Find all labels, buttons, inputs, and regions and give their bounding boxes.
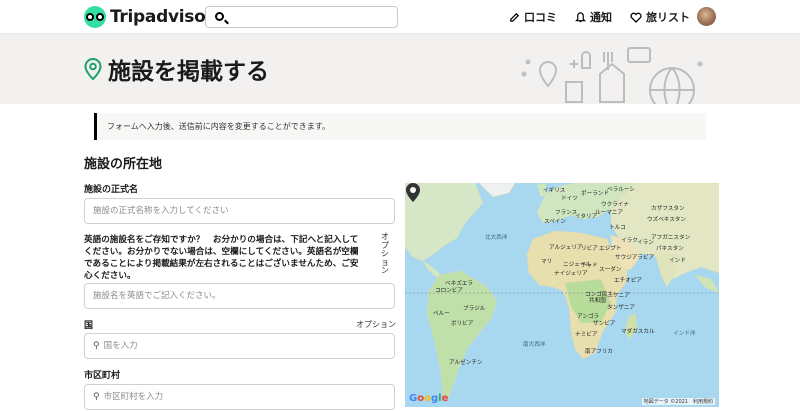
map-label: ザンビア	[593, 321, 616, 327]
map-label: アルジェリア	[549, 245, 583, 251]
hero-decoration-icons	[521, 47, 703, 104]
english-name-placeholder: 施設名を英語でご記入ください。	[93, 291, 221, 301]
top-navigation-bar: Tripadvisor 口コミ 通知 旅リスト	[0, 0, 800, 34]
location-pin-icon	[84, 58, 102, 80]
nav-trips-label: 旅リスト	[646, 11, 690, 24]
map-label: アフガニスタン	[651, 235, 691, 241]
map-label: トルコ	[609, 225, 626, 231]
heart-icon	[630, 12, 642, 23]
nav-trips-link[interactable]: 旅リスト	[630, 9, 690, 25]
header-nav: 口コミ 通知 旅リスト	[491, 9, 690, 25]
city-label: 市区町村	[84, 371, 121, 381]
map-label: イラク	[621, 238, 638, 244]
map-label: ブラジル	[463, 306, 486, 312]
map-label: 共和国	[589, 298, 606, 304]
section-title: 施設の所在地	[84, 157, 163, 172]
google-logo: Google	[409, 393, 449, 404]
country-label: 国	[84, 321, 94, 331]
map-label: チャド	[581, 263, 598, 269]
map-label: サウジアラビア	[615, 255, 655, 261]
map-label: ナミビア	[575, 332, 598, 338]
map-marker-icon[interactable]	[405, 183, 421, 203]
map-label: エジプト	[599, 246, 622, 252]
map-label: ケニア	[613, 293, 630, 299]
map-label: ボリビア	[451, 321, 474, 327]
map-attribution[interactable]: 地図データ ©2021 利用規約	[641, 398, 715, 405]
bell-icon	[575, 12, 586, 23]
map-label: イラン	[637, 240, 654, 246]
owl-logo-icon	[84, 6, 106, 28]
map-label: マリ	[541, 259, 553, 265]
map-label: ナイジェリア	[554, 271, 588, 277]
world-map[interactable]: イギリスドイツ ポーランド ベラルーシフランス ウクライナカザフスタンスペイン イタリア…	[405, 183, 719, 407]
page-title-text: 施設を掲載する	[108, 59, 269, 85]
official-name-placeholder: 施設の正式名称を入力してください	[93, 206, 229, 216]
tripadvisor-logo[interactable]: Tripadvisor	[84, 6, 214, 28]
map-label: フランス	[555, 210, 578, 216]
official-name-input[interactable]: 施設の正式名称を入力してください	[84, 198, 395, 224]
map-label: アルゼンチン	[449, 360, 483, 366]
location-pin-icon: ⚲	[93, 341, 100, 351]
map-label: タンザニア	[607, 305, 635, 311]
map-label: パキスタン	[656, 246, 684, 252]
info-notice: フォームへ入力後、送信前に内容を変更することができます。	[94, 113, 706, 140]
city-input[interactable]: ⚲ 市区町村を入力	[84, 384, 395, 410]
english-name-label: 英語の施設名をご存知ですか？ お分かりの場合は、下記へと記入してください。お分か…	[84, 235, 359, 281]
map-label: 南アフリカ	[585, 349, 613, 355]
map-label: ポーランド	[581, 191, 609, 197]
map-label: 南大西洋	[523, 342, 546, 348]
map-label: イタリア	[575, 214, 598, 220]
page-title: 施設を掲載する	[84, 52, 269, 86]
brand-name: Tripadvisor	[110, 7, 214, 27]
map-label: コロンビア	[435, 288, 463, 294]
search-icon	[215, 12, 224, 21]
map-label: スーダン	[599, 267, 622, 273]
map-label: 北大西洋	[485, 235, 508, 241]
map-label: イギリス	[543, 188, 566, 194]
country-input[interactable]: ⚲ 国を入力	[84, 333, 395, 359]
map-label: ドイツ	[561, 196, 578, 202]
nav-reviews-label: 口コミ	[524, 11, 557, 24]
english-name-optional-tag: オプション	[381, 232, 389, 276]
location-pin-icon: ⚲	[93, 392, 100, 402]
nav-notifications-label: 通知	[590, 11, 612, 24]
map-label: ベラルーシ	[607, 187, 635, 193]
map-label: リビア	[581, 246, 598, 252]
city-placeholder: 市区町村を入力	[103, 392, 164, 402]
map-label: インド洋	[673, 331, 696, 337]
avatar[interactable]	[697, 7, 716, 26]
map-label: カザフスタン	[651, 206, 685, 212]
country-optional-tag: オプション	[356, 320, 396, 329]
country-placeholder: 国を入力	[103, 341, 138, 351]
pencil-icon	[510, 12, 520, 22]
map-label: インド	[669, 258, 686, 264]
nav-notifications-link[interactable]: 通知	[575, 9, 612, 25]
map-label: エチオピア	[614, 278, 642, 284]
map-label: スペイン	[544, 219, 566, 225]
map-label: ルーマニア	[595, 210, 623, 216]
map-label: ペルー	[433, 311, 450, 317]
english-name-input[interactable]: 施設名を英語でご記入ください。	[84, 283, 395, 309]
nav-reviews-link[interactable]: 口コミ	[509, 9, 557, 25]
hero-banner: 施設を掲載する	[0, 34, 800, 104]
search-input[interactable]	[205, 6, 398, 28]
map-label: ウクライナ	[601, 202, 629, 208]
map-label: マダガスカル	[621, 329, 655, 335]
map-label: ウズベキスタン	[647, 217, 686, 223]
official-name-label: 施設の正式名	[84, 185, 139, 195]
